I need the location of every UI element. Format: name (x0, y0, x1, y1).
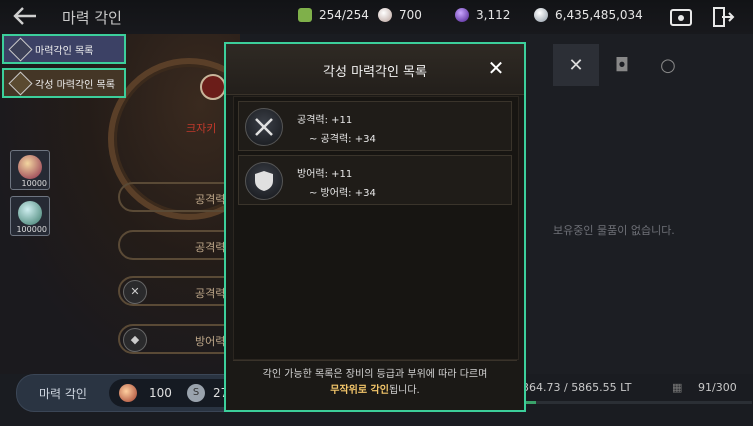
silver-counter: 6,435,485,034 (534, 8, 643, 22)
top-bar: 마력 각인 254/254 700 3,112 6,435,485,034 (0, 0, 753, 34)
energy-counter: 254/254 (298, 8, 369, 22)
menu-awakened-enchant-list[interactable]: 각성 마력각인 목록 (2, 68, 126, 98)
modal-title: 각성 마력각인 목록 (323, 65, 427, 80)
crossed-swords-icon (245, 108, 283, 146)
tab-accessory[interactable]: ○ (645, 44, 691, 86)
enchant-bar-label: 마력 각인 (39, 387, 87, 401)
list-item: 공격력: +11 ~ 공격력: +34 (238, 101, 512, 151)
back-arrow-icon[interactable] (10, 4, 40, 28)
silver-coin-icon (534, 8, 548, 22)
shield-icon: ◆ (123, 328, 147, 352)
purple-orb-icon (455, 8, 469, 22)
entry-min: 공격력: +11 (297, 115, 353, 126)
modal-header: 각성 마력각인 목록 ✕ (226, 44, 524, 95)
awakened-enchant-modal: 각성 마력각인 목록 ✕ 공격력: +11 ~ 공격력: +34 방어력: +1… (224, 42, 526, 412)
rune-orb-icon (119, 384, 137, 402)
energy-value: 254/254 (319, 8, 369, 22)
menu-awakened-list-label: 각성 마력각인 목록 (35, 79, 115, 91)
crossed-swords-icon: ✕ (123, 280, 147, 304)
inventory-slots: 91/300 (698, 381, 737, 394)
ring-icon: ○ (660, 54, 676, 76)
list-item: 방어력: +11 ~ 방어력: +34 (238, 155, 512, 205)
item-slot-1[interactable]: 10000 (10, 150, 50, 190)
footer-end: 됩니다. (388, 385, 420, 396)
stat-label: 공격력 (195, 241, 226, 254)
shield-icon (245, 162, 283, 200)
close-icon[interactable]: ✕ (484, 56, 508, 80)
awakened-list-icon (8, 70, 33, 96)
modal-list: 공격력: +11 ~ 공격력: +34 방어력: +11 ~ 방어력: +34 (233, 96, 519, 360)
green-gem-icon (298, 8, 312, 22)
stat-label: 방어력 (195, 335, 226, 348)
entry-max: ~ 방어력: +34 (309, 188, 376, 199)
pearl-icon (378, 8, 392, 22)
rune-orb-icon (18, 201, 42, 225)
empty-inventory-message: 보유중인 물품이 없습니다. (553, 224, 675, 237)
crystal-counter: 3,112 (455, 8, 510, 22)
grid-icon: ▦ (672, 381, 683, 394)
tab-weapon[interactable]: ✕ (553, 44, 599, 86)
silver-value: 6,435,485,034 (555, 8, 643, 22)
pearl-counter: 700 (378, 8, 422, 22)
tab-armor[interactable]: ◘ (599, 44, 645, 86)
item-count: 100000 (16, 225, 47, 234)
menu-enchant-list-label: 마력각인 목록 (35, 45, 94, 57)
page-title: 마력 각인 (62, 9, 122, 27)
stat-label: 공격력 (195, 287, 226, 300)
item-slot-2[interactable]: 100000 (10, 196, 50, 236)
enchant-list-icon (8, 36, 33, 62)
footer-line1: 각인 가능한 목록은 장비의 등급과 부위에 따라 다르며 (262, 369, 488, 380)
pearl-value: 700 (399, 8, 422, 22)
footer-highlight: 무작위로 각인 (330, 385, 389, 396)
storage-icon[interactable] (669, 6, 693, 28)
silver-coin-icon: S (187, 384, 205, 402)
crossed-swords-icon: ✕ (568, 54, 584, 76)
orb-cost: 100 (149, 386, 172, 400)
menu-enchant-list[interactable]: 마력각인 목록 (2, 34, 126, 64)
item-count: 10000 (21, 179, 47, 188)
entry-min: 방어력: +11 (297, 169, 353, 180)
weight-bar (522, 401, 752, 404)
modal-footer-note: 각인 가능한 목록은 장비의 등급과 부위에 따라 다르며 무작위로 각인됩니다… (233, 360, 517, 411)
rune-orb-icon (18, 155, 42, 179)
crystal-value: 3,112 (476, 8, 511, 22)
stat-label: 공격력 (195, 193, 226, 206)
entry-max: ~ 공격력: +34 (309, 134, 376, 145)
weight-readout: 364.73 / 5865.55 LT (522, 381, 632, 394)
emblem-label: 크자키 (186, 122, 217, 135)
emblem-gem (200, 74, 226, 100)
armor-icon: ◘ (614, 54, 630, 76)
exit-icon[interactable] (711, 6, 735, 28)
